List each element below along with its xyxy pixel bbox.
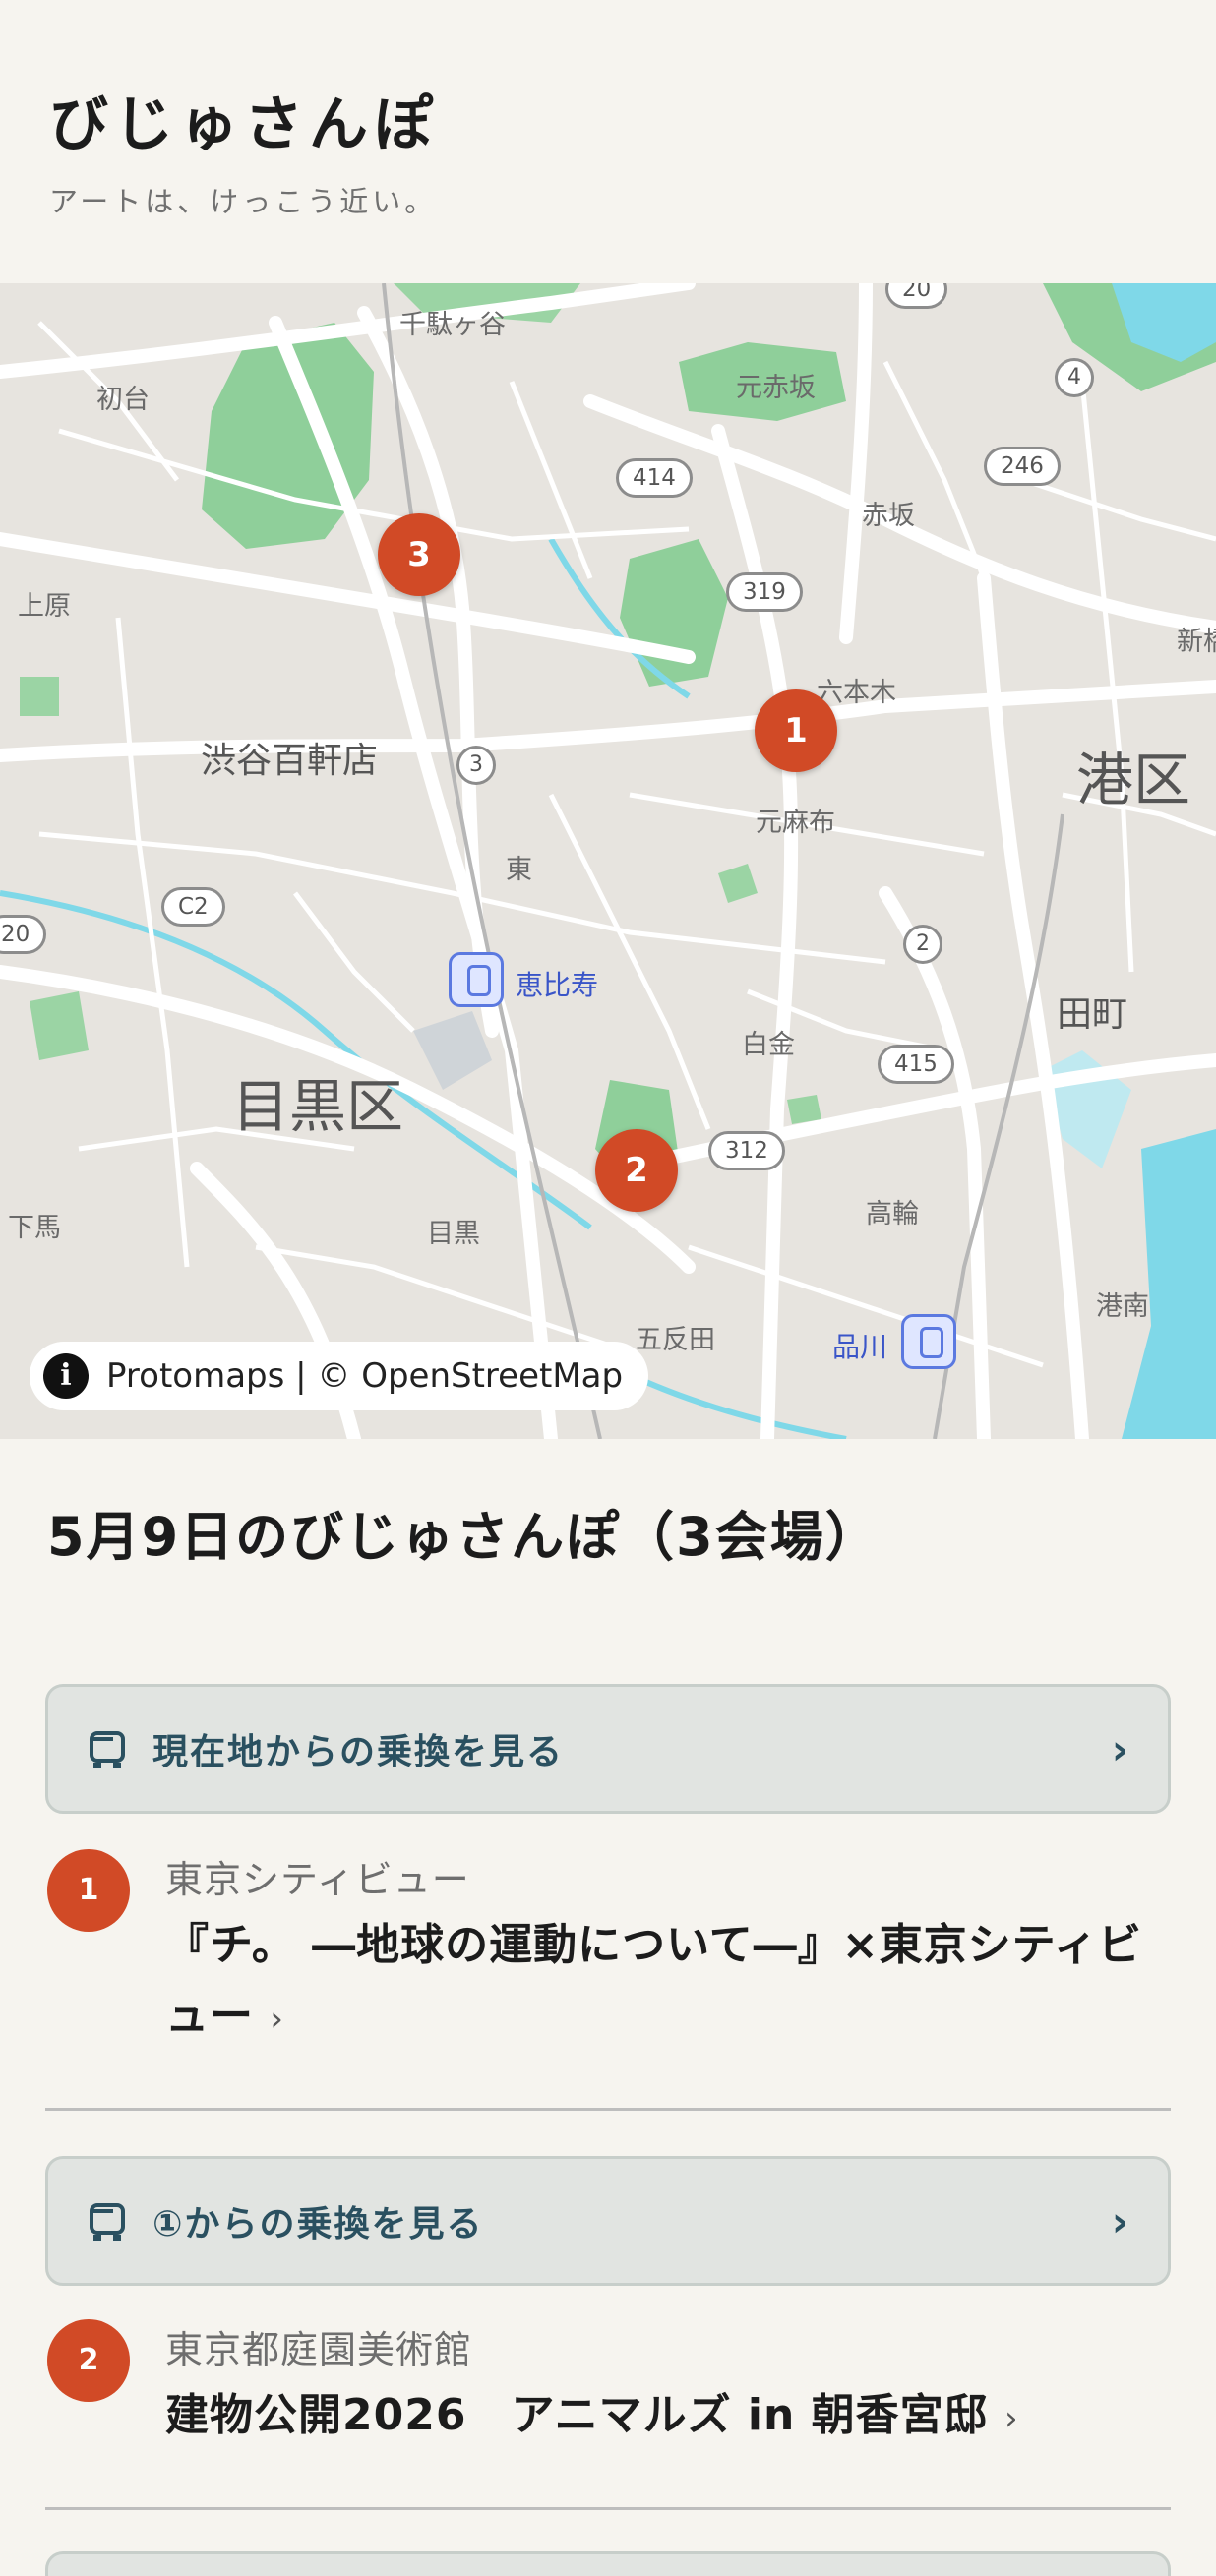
bus-icon	[88, 1729, 127, 1768]
road-badge-246: 246	[984, 447, 1061, 486]
road-badge-3: 3	[456, 746, 496, 785]
road-badge-312: 312	[708, 1131, 785, 1170]
venue-number-badge: 1	[47, 1849, 130, 1932]
map-label-takanawa: 高輪	[866, 1199, 919, 1229]
map-marker-3[interactable]: 3	[378, 513, 460, 596]
chevron-right-icon: ›	[1111, 2196, 1128, 2246]
transit-from-venue-1-button[interactable]: ①からの乗換を見る ›	[45, 2156, 1171, 2286]
chevron-right-icon: ›	[270, 2000, 284, 2039]
venue-name: 東京都庭園美術館	[165, 2328, 473, 2371]
map-label-akasaka: 赤坂	[862, 501, 915, 531]
app-header: びじゅさんぽ アートは、けっこう近い。	[0, 0, 1216, 283]
attribution-text: Protomaps | © OpenStreetMap	[106, 1356, 624, 1396]
map-label-shimouma: 下馬	[8, 1213, 61, 1243]
venue-item-1[interactable]: 1 東京シティビュー 『チ。 ―地球の運動について―』×東京シティビュー ›	[45, 1849, 1171, 2046]
map-label-hatsudai: 初台	[96, 385, 150, 415]
road-badge-20-top: 20	[885, 283, 948, 309]
road-badge-20: 20	[0, 915, 47, 954]
map-label-motoazabu: 元麻布	[756, 808, 835, 838]
venue-title-text: 『チ。 ―地球の運動について―』×東京シティビュー	[165, 1920, 1143, 2041]
map-view[interactable]: 千駄ヶ谷 初台 元赤坂 上原 赤坂 六本木 新橋 渋谷百軒店 港区 元麻布 東 …	[0, 283, 1216, 1439]
app-title: びじゅさんぽ	[49, 90, 439, 159]
divider	[45, 2507, 1171, 2510]
section-title: 5月9日のびじゅさんぽ（3会場）	[47, 1506, 881, 1568]
venue-name: 東京シティビュー	[165, 1858, 470, 1901]
road-badge-c2: C2	[161, 887, 225, 927]
venue-number-badge: 2	[47, 2319, 130, 2402]
map-label-meguro: 目黒	[427, 1219, 480, 1249]
map-label-roppongi: 六本木	[817, 678, 896, 708]
map-label-shirokane: 白金	[742, 1030, 795, 1060]
map-attribution[interactable]: i Protomaps | © OpenStreetMap	[30, 1342, 649, 1410]
map-label-minato-ku: 港区	[1076, 747, 1191, 813]
transit-label: ①からの乗換を見る	[152, 2204, 484, 2245]
road-badge-319: 319	[726, 572, 803, 612]
road-badge-414: 414	[616, 458, 693, 498]
map-label-konan: 港南	[1096, 1291, 1149, 1322]
transit-from-current-location-button[interactable]: 現在地からの乗換を見る ›	[45, 1684, 1171, 1814]
bus-icon	[88, 2201, 127, 2241]
map-label-shinbashi: 新橋	[1177, 627, 1216, 657]
venue-title-text: 建物公開2026 アニマルズ in 朝香宮邸	[165, 2390, 989, 2440]
map-label-shinagawa: 品川	[832, 1331, 888, 1363]
map-label-higashi: 東	[506, 855, 532, 885]
chevron-right-icon: ›	[1111, 1724, 1128, 1773]
info-icon[interactable]: i	[43, 1353, 89, 1399]
map-label-tamachi: 田町	[1057, 994, 1128, 1035]
map-marker-1[interactable]: 1	[755, 689, 837, 772]
map-label-gotanda: 五反田	[636, 1325, 715, 1355]
map-label-sendagaya: 千駄ヶ谷	[399, 310, 506, 340]
transit-next-button[interactable]	[45, 2551, 1171, 2576]
map-label-uehara: 上原	[18, 591, 71, 622]
map-label-motoakasaka: 元赤坂	[736, 373, 816, 403]
map-label-ebisu: 恵比寿	[516, 969, 599, 1001]
map-label-shibuya-hyakkendana: 渋谷百軒店	[201, 741, 379, 781]
shinagawa-station-icon	[901, 1314, 956, 1369]
ebisu-station-icon	[449, 952, 504, 1007]
divider	[45, 2108, 1171, 2111]
venue-exhibition-title[interactable]: 『チ。 ―地球の運動について―』×東京シティビュー ›	[165, 1910, 1159, 2055]
venue-item-2[interactable]: 2 東京都庭園美術館 建物公開2026 アニマルズ in 朝香宮邸 ›	[45, 2319, 1171, 2457]
map-label-meguro-ku: 目黒区	[232, 1073, 404, 1140]
road-badge-2: 2	[903, 925, 942, 964]
road-badge-415: 415	[878, 1045, 954, 1084]
map-marker-2[interactable]: 2	[595, 1129, 678, 1212]
venue-exhibition-title[interactable]: 建物公開2026 アニマルズ in 朝香宮邸 ›	[165, 2380, 1159, 2454]
app-tagline: アートは、けっこう近い。	[49, 185, 438, 218]
road-badge-4: 4	[1055, 358, 1094, 397]
chevron-right-icon: ›	[1003, 2399, 1019, 2438]
transit-label: 現在地からの乗換を見る	[152, 1732, 565, 1772]
